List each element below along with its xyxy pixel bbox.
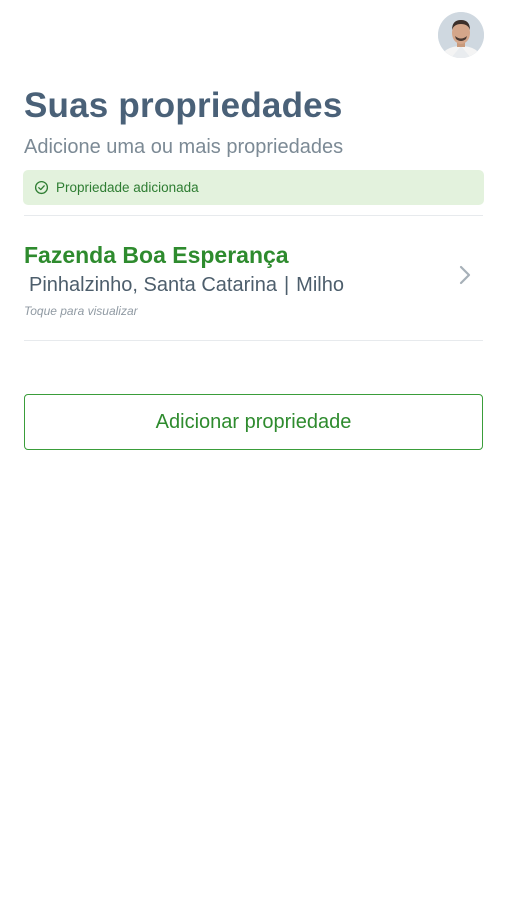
property-meta: Pinhalzinho, Santa Catarina | Milho — [29, 274, 344, 297]
property-hint: Toque para visualizar — [24, 304, 138, 318]
status-banner: Propriedade adicionada — [23, 170, 484, 205]
add-property-button[interactable]: Adicionar propriedade — [24, 394, 483, 450]
divider — [24, 340, 483, 341]
property-card[interactable]: Fazenda Boa Esperança Pinhalzinho, Santa… — [24, 228, 483, 328]
page-subtitle: Adicione uma ou mais propriedades — [24, 136, 344, 158]
status-text: Propriedade adicionada — [56, 180, 199, 195]
page-title: Suas propriedades — [24, 86, 343, 125]
avatar[interactable] — [438, 12, 484, 58]
meta-separator: | — [283, 274, 290, 296]
property-name: Fazenda Boa Esperança — [24, 242, 289, 268]
property-crop: Milho — [296, 274, 344, 296]
user-avatar-image — [438, 12, 484, 58]
check-circle-icon — [34, 180, 49, 195]
property-location: Pinhalzinho, Santa Catarina — [29, 274, 277, 296]
chevron-right-icon[interactable] — [457, 263, 473, 287]
divider — [24, 215, 483, 216]
